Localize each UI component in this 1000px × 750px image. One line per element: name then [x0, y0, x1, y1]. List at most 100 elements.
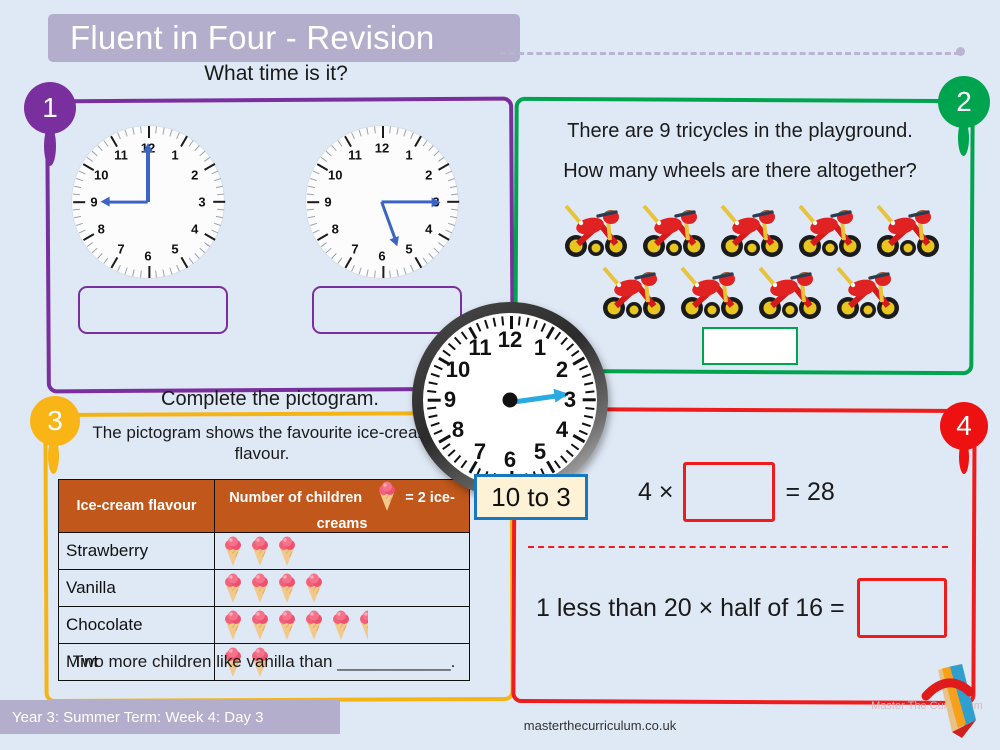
- clock-tick: [414, 256, 423, 269]
- question-3-subtitle: The pictogram shows the favourite ice-cr…: [92, 423, 432, 463]
- clock-tick: [148, 126, 151, 138]
- clock-tick: [176, 132, 180, 140]
- clock-tick: [451, 208, 459, 211]
- clock-tick: [410, 132, 414, 140]
- footer-site-url: masterthecurriculum.co.uk: [523, 718, 677, 733]
- question-4-row-1-prefix: 4 ×: [638, 477, 674, 506]
- question-4-answer-box-2[interactable]: [856, 578, 947, 638]
- center-clock-tick: [428, 381, 438, 386]
- clock-tick: [389, 270, 391, 278]
- question-4-divider: [528, 546, 948, 548]
- question-2-answer-box[interactable]: [702, 327, 798, 365]
- question-4-row-1-suffix: = 28: [785, 477, 835, 506]
- center-clock-tick: [525, 317, 530, 327]
- pictogram-cones-cell[interactable]: [214, 606, 470, 644]
- center-clock-tick: [427, 398, 441, 402]
- clock-tick: [374, 126, 376, 134]
- center-clock-tick: [585, 407, 595, 410]
- clock-tick: [422, 140, 428, 147]
- clock-number: 10: [328, 167, 343, 183]
- clock-tick: [438, 156, 445, 162]
- clock-tick: [438, 232, 450, 242]
- center-clock-tick: [572, 434, 586, 444]
- center-clock-tick: [442, 443, 451, 451]
- minute-hand: [143, 143, 153, 202]
- clock-tick: [396, 127, 399, 135]
- center-clock-tick: [554, 460, 561, 469]
- center-clock-tick: [433, 429, 443, 435]
- clock-tick: [382, 126, 385, 138]
- clock-tick: [148, 266, 151, 278]
- clock-tick: [91, 247, 98, 254]
- clock-number: 1: [171, 147, 179, 163]
- question-1-answer-box-a[interactable]: [78, 286, 228, 334]
- center-clock-tick: [581, 422, 591, 427]
- center-clock-tick: [453, 337, 462, 345]
- clock-number: 2: [425, 167, 433, 183]
- clock-number: 10: [94, 167, 109, 183]
- clock-number: 3: [198, 194, 206, 210]
- clock-tick: [215, 185, 223, 189]
- clock-tick: [451, 193, 459, 196]
- title-banner: Fluent in Four - Revision: [48, 14, 520, 62]
- center-clock-tick: [453, 455, 462, 463]
- clock-tick: [180, 135, 189, 148]
- center-clock-tick: [545, 460, 556, 474]
- clock-tick: [331, 145, 337, 152]
- center-clock-tick: [565, 449, 574, 457]
- clock-tick: [320, 156, 327, 162]
- clock-tick: [428, 145, 434, 152]
- center-clock-number: 2: [555, 357, 569, 382]
- clock-number: 7: [117, 241, 125, 257]
- clock-tick: [194, 252, 200, 259]
- center-clock-tick: [492, 317, 496, 327]
- center-clock-tick: [572, 356, 586, 366]
- clock-tick: [124, 267, 128, 275]
- clock-tick: [344, 135, 353, 148]
- center-clock-face: 1 2 3 4 5 6 7 8 9 10 11 12: [423, 313, 597, 487]
- hand-arrow-icon: [390, 235, 403, 248]
- pictogram-flavour-cell: Strawberry: [58, 532, 215, 570]
- ice-cream-cone-icon: [247, 572, 273, 604]
- clock-number: 7: [351, 241, 359, 257]
- center-clock-tick: [582, 398, 596, 402]
- pictogram-flavour-cell: Vanilla: [58, 569, 215, 607]
- question-4-answer-box-1[interactable]: [683, 462, 776, 522]
- clock-tick: [445, 229, 453, 234]
- clock-tick: [428, 252, 434, 259]
- tricycle-group: [560, 200, 960, 330]
- center-clock-number: 4: [555, 417, 569, 442]
- center-clock-tick: [585, 390, 595, 393]
- pictogram-cones-cell[interactable]: [214, 569, 470, 607]
- clock-number: 11: [114, 147, 128, 163]
- clock-tick: [410, 264, 414, 272]
- question-3-number-badge: 3: [30, 396, 80, 446]
- tricycle-icon: [638, 200, 714, 262]
- title-dash-end-dot: [956, 47, 965, 56]
- clock-tick: [366, 269, 369, 277]
- clock-tick: [180, 256, 189, 269]
- clock-number: 5: [171, 241, 179, 257]
- clock-tick: [312, 229, 320, 234]
- hour-hand: [380, 201, 403, 248]
- clock-tick: [306, 208, 314, 211]
- clock-tick: [82, 162, 95, 172]
- pictogram-cones-cell[interactable]: [214, 532, 470, 570]
- ice-cream-cone-icon: [328, 609, 354, 641]
- center-clock-tick: [540, 322, 546, 332]
- center-clock-tick: [447, 343, 456, 351]
- pictogram-table: Ice-cream flavour Number of children = 2…: [58, 479, 470, 681]
- center-clock-number: 5: [533, 438, 547, 464]
- clock-tick: [86, 242, 93, 248]
- center-clock-number: 11: [468, 335, 492, 361]
- center-clock-tick: [475, 322, 482, 332]
- clock-tick: [169, 129, 173, 137]
- minute-hand: [382, 197, 441, 207]
- question-3-number: 3: [47, 405, 63, 436]
- center-clock-tick: [447, 449, 456, 457]
- clock-number: 6: [144, 248, 152, 264]
- hand-arrow-icon: [101, 197, 110, 207]
- question-2-line-1: There are 9 tricycles in the playground.: [567, 120, 913, 142]
- clock-tick: [396, 269, 399, 277]
- clock-tick: [449, 215, 457, 219]
